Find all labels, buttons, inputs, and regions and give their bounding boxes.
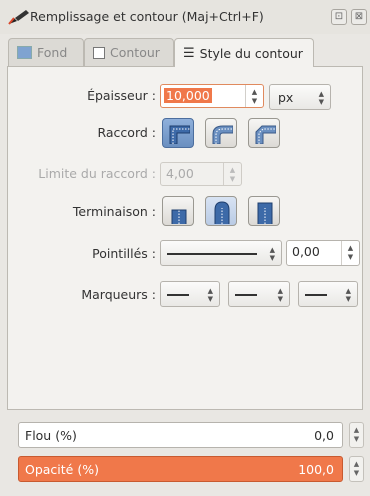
opacity-value: 100,0 [298, 462, 334, 477]
chevron-updown-icon: ▲ ▼ [318, 90, 324, 106]
brush-icon [8, 9, 30, 25]
dashes-label: Pointillés : [92, 246, 156, 261]
bevel-join-icon [255, 125, 276, 144]
tab-stroke-style-label: Style du contour [199, 45, 303, 61]
markers-label: Marqueurs : [81, 287, 156, 302]
unit-select[interactable]: px ▲ ▼ [269, 84, 331, 110]
chevron-updown-icon: ▲ ▼ [277, 287, 283, 303]
round-join-icon [212, 125, 233, 144]
miter-join-button[interactable] [162, 118, 194, 148]
fill-swatch-icon [17, 46, 32, 59]
butt-cap-icon [171, 209, 187, 224]
miter-join-icon [169, 125, 190, 144]
mid-marker-select[interactable]: ▲ ▼ [228, 281, 290, 307]
start-marker-select[interactable]: ▲ ▼ [160, 281, 220, 307]
opacity-label: Opacité (%) [25, 462, 99, 477]
stroke-style-icon: ☰ [183, 45, 195, 61]
round-join-button[interactable] [205, 118, 237, 148]
window-title: Remplissage et contour (Maj+Ctrl+F) [30, 9, 264, 24]
chevron-updown-icon: ▲ ▼ [269, 246, 275, 262]
no-marker-preview [305, 294, 327, 296]
end-marker-select[interactable]: ▲ ▼ [298, 281, 358, 307]
dash-pattern-select[interactable]: ▲ ▼ [160, 240, 282, 266]
solid-line-preview [167, 253, 257, 255]
no-marker-preview [167, 294, 189, 296]
chevron-updown-icon: ▲ ▼ [345, 287, 351, 303]
cap-label: Terminaison : [72, 204, 156, 219]
chevron-updown-icon: ▲ ▼ [207, 287, 213, 303]
dash-offset-spin-arrows[interactable]: ▲ ▼ [341, 241, 359, 265]
round-cap-button[interactable] [205, 196, 237, 226]
tab-stroke-style[interactable]: ☰ Style du contour [174, 38, 314, 67]
width-input[interactable]: 10,000 ▲ ▼ [160, 84, 264, 108]
unit-value: px [278, 90, 294, 105]
join-label: Raccord : [97, 125, 156, 140]
tab-stroke-paint[interactable]: Contour [84, 38, 174, 66]
miter-limit-spin-arrows[interactable]: ▲ ▼ [223, 163, 241, 185]
stroke-box-icon [93, 46, 105, 59]
blur-value: 0,0 [314, 428, 334, 443]
close-button[interactable]: ⊠ [351, 9, 367, 25]
dash-offset-input[interactable]: 0,00 ▲ ▼ [286, 240, 360, 266]
bevel-join-button[interactable] [248, 118, 280, 148]
tab-fill-label: Fond [37, 45, 68, 60]
square-cap-button[interactable] [248, 196, 280, 226]
blur-label: Flou (%) [25, 428, 77, 443]
tab-fill[interactable]: Fond [8, 38, 84, 66]
restore-button[interactable]: ⊡ [331, 9, 347, 25]
miter-limit-input[interactable]: 4,00 ▲ ▼ [160, 162, 242, 186]
opacity-spin-arrows[interactable]: ▲ ▼ [349, 456, 364, 482]
blur-field[interactable]: Flou (%) 0,0 [18, 422, 343, 448]
width-spin-arrows[interactable]: ▲ ▼ [245, 85, 263, 107]
opacity-field[interactable]: Opacité (%) 100,0 [18, 456, 343, 482]
round-cap-icon [214, 201, 230, 224]
miter-limit-label: Limite du raccord : [38, 166, 156, 181]
no-marker-preview [235, 294, 257, 296]
width-label: Épaisseur : [87, 88, 156, 103]
butt-cap-button[interactable] [162, 196, 194, 226]
square-cap-icon [257, 202, 273, 224]
tab-stroke-paint-label: Contour [110, 45, 160, 60]
blur-spin-arrows[interactable]: ▲ ▼ [349, 422, 364, 448]
